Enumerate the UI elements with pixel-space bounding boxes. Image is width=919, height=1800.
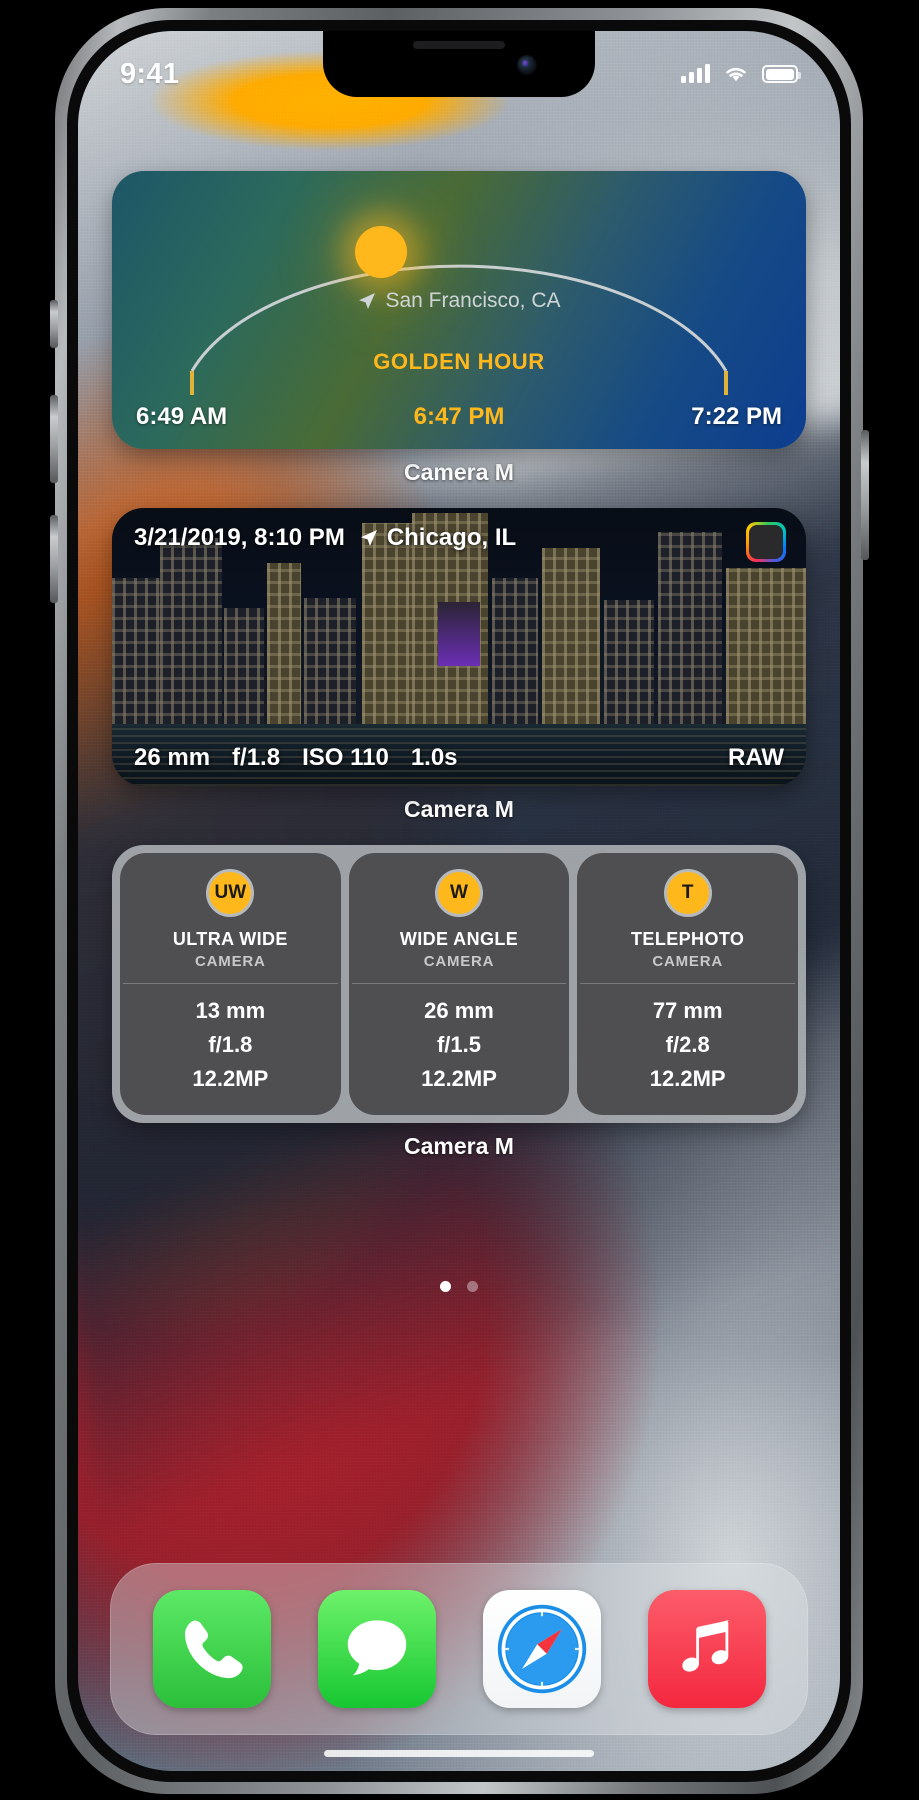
spec-title: WIDE ANGLE xyxy=(399,929,519,949)
dock-app-safari[interactable] xyxy=(482,1590,601,1708)
spec-aperture: f/2.8 xyxy=(665,1032,710,1057)
photo-date: 3/21/2019, 8:10 PM xyxy=(134,524,345,551)
spec-focal-length: 26 mm xyxy=(424,998,494,1023)
spec-divider xyxy=(123,983,338,984)
widget-camera-specs[interactable]: UW ULTRA WIDE CAMERA 13 mm f/1.8 12.2MP … xyxy=(112,845,806,1123)
exif-iso: ISO 110 xyxy=(302,744,389,771)
cellular-bars-icon xyxy=(681,64,710,83)
location-arrow-icon xyxy=(359,293,376,309)
phone-icon xyxy=(153,1590,271,1708)
spec-values: 13 mm f/1.8 12.2MP xyxy=(192,998,268,1092)
phone-screen: 9:41 San Francisco, CA GOLDEN HOUR 6:49 … xyxy=(78,31,840,1771)
exif-shutter: 1.0s xyxy=(410,744,458,771)
ultra-wide-badge-icon: UW xyxy=(206,869,255,917)
spec-subtitle: CAMERA xyxy=(195,953,266,970)
golden-hour-location: San Francisco, CA xyxy=(112,289,806,313)
spec-megapixels: 12.2MP xyxy=(192,1066,269,1091)
exif-aperture: f/1.8 xyxy=(232,744,281,771)
location-arrow-icon xyxy=(360,530,377,546)
sun-icon xyxy=(355,226,407,278)
battery-full-icon xyxy=(762,65,801,83)
power-button[interactable] xyxy=(861,430,869,560)
dock-app-music[interactable] xyxy=(647,1590,766,1708)
compass-icon xyxy=(483,1590,601,1708)
photo-header: 3/21/2019, 8:10 PM Chicago, IL xyxy=(134,524,784,552)
spec-subtitle: CAMERA xyxy=(652,953,723,970)
wifi-icon xyxy=(726,67,746,82)
status-bar-indicators xyxy=(681,64,801,84)
widget-label-photo: Camera M xyxy=(404,796,514,822)
widget-golden-hour[interactable]: San Francisco, CA GOLDEN HOUR 6:49 AM . … xyxy=(112,171,806,449)
volume-up-button[interactable] xyxy=(50,395,58,483)
spec-column-ultra-wide[interactable]: UW ULTRA WIDE CAMERA 13 mm f/1.8 12.2MP xyxy=(120,853,341,1115)
photo-exif-row: 26 mm f/1.8 ISO 110 1.0s RAW xyxy=(134,744,784,772)
widget-label-golden-hour: Camera M xyxy=(404,459,514,485)
spec-values: 77 mm f/2.8 12.2MP xyxy=(650,998,726,1092)
telephoto-badge-icon: T xyxy=(663,869,712,917)
exif-format: RAW xyxy=(728,744,784,771)
screenshot-root: 9:41 San Francisco, CA GOLDEN HOUR 6:49 … xyxy=(0,0,919,1800)
widget-specs-wrap: UW ULTRA WIDE CAMERA 13 mm f/1.8 12.2MP … xyxy=(112,845,806,1160)
spec-aperture: f/1.8 xyxy=(208,1032,253,1057)
spec-divider xyxy=(351,983,567,984)
color-wheel-icon[interactable] xyxy=(746,522,786,562)
status-bar-time: 9:41 xyxy=(120,57,180,90)
photo-location-label: Chicago, IL xyxy=(386,524,517,551)
spec-column-wide-angle[interactable]: W WIDE ANGLE CAMERA 26 mm f/1.5 12.2MP xyxy=(348,853,570,1115)
exif-focal-length: 26 mm xyxy=(134,744,211,771)
page-dot-2[interactable] xyxy=(467,1281,478,1292)
home-indicator[interactable] xyxy=(324,1750,594,1757)
golden-hour-heading: GOLDEN HOUR xyxy=(373,349,545,374)
spec-focal-length: 77 mm xyxy=(652,998,723,1023)
spec-values: 26 mm f/1.5 12.2MP xyxy=(421,998,497,1092)
widget-label-specs: Camera M xyxy=(404,1133,514,1159)
dock-app-phone[interactable] xyxy=(152,1590,271,1708)
spec-title: TELEPHOTO xyxy=(631,929,745,949)
spec-megapixels: 12.2MP xyxy=(649,1066,726,1091)
dock xyxy=(110,1563,808,1735)
spec-aperture: f/1.5 xyxy=(436,1032,482,1057)
widget-golden-hour-wrap: San Francisco, CA GOLDEN HOUR 6:49 AM . … xyxy=(112,171,806,486)
widget-photo-exif[interactable]: 3/21/2019, 8:10 PM Chicago, IL 26 mm f/1… xyxy=(112,508,806,786)
spec-divider xyxy=(580,983,796,984)
page-dot-1[interactable] xyxy=(440,1281,451,1292)
widget-photo-wrap: 3/21/2019, 8:10 PM Chicago, IL 26 mm f/1… xyxy=(112,508,806,823)
golden-hour-time: 6:47 PM xyxy=(413,403,505,430)
wide-angle-badge-icon: W xyxy=(435,869,483,917)
music-note-icon xyxy=(648,1590,766,1708)
dock-app-messages[interactable] xyxy=(317,1590,436,1708)
message-bubble-icon xyxy=(318,1590,436,1708)
spec-focal-length: 13 mm xyxy=(195,998,266,1023)
spec-subtitle: CAMERA xyxy=(423,953,495,970)
widget-stack: San Francisco, CA GOLDEN HOUR 6:49 AM . … xyxy=(78,171,840,1182)
golden-hour-location-label: San Francisco, CA xyxy=(385,289,561,312)
spec-title: ULTRA WIDE xyxy=(172,929,288,949)
silent-switch[interactable] xyxy=(50,300,58,348)
volume-down-button[interactable] xyxy=(50,515,58,603)
photo-location: Chicago, IL xyxy=(359,524,516,552)
spec-column-telephoto[interactable]: T TELEPHOTO CAMERA 77 mm f/2.8 12.2MP xyxy=(577,853,799,1115)
status-bar: 9:41 xyxy=(78,31,840,97)
page-indicator[interactable] xyxy=(78,1281,840,1292)
spec-megapixels: 12.2MP xyxy=(421,1066,497,1091)
tower-light xyxy=(438,602,481,666)
